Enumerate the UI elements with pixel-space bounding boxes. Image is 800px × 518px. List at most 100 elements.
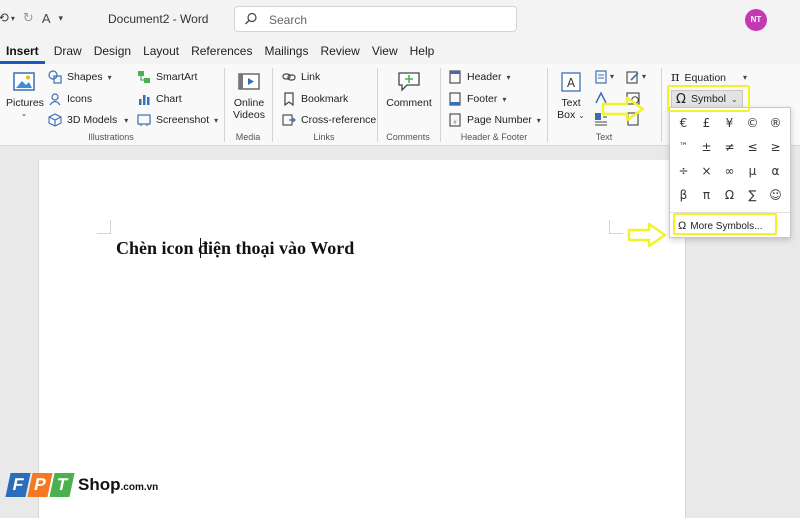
signature-dropdown-icon[interactable]: ▾	[642, 72, 646, 81]
symbol-cell[interactable]: ™	[672, 135, 695, 159]
format-painter-icon[interactable]: A	[42, 11, 51, 26]
quick-parts-icon[interactable]	[594, 70, 608, 84]
tab-draw[interactable]: Draw	[45, 40, 88, 64]
screenshot-button[interactable]: Screenshot ▾	[137, 113, 218, 127]
tab-design[interactable]: Design	[88, 40, 137, 64]
chart-icon	[139, 95, 150, 105]
avatar[interactable]: NT	[745, 9, 767, 31]
undo-icon[interactable]: ⟲	[0, 10, 9, 26]
margin-corner-marker	[609, 220, 623, 234]
header-footer-group-label: Header & Footer	[460, 132, 528, 142]
symbol-cell[interactable]: ®	[764, 111, 787, 135]
tab-references[interactable]: References	[185, 40, 258, 64]
tab-help[interactable]: Help	[404, 40, 441, 64]
pictures-icon	[13, 72, 35, 91]
comment-button[interactable]: Comment	[383, 68, 435, 109]
svg-text:A: A	[567, 76, 576, 90]
svg-text:#: #	[453, 120, 457, 126]
footer-dropdown-icon: ▾	[502, 94, 507, 104]
comment-label: Comment	[386, 97, 432, 109]
ribbon-divider	[272, 68, 273, 142]
symbol-grid: € £ ¥ © ® ™ ± ≠ ≤ ≥ ÷ × ∞ µ α β π Ω ∑ ☺	[672, 111, 787, 207]
cube-icon	[48, 113, 62, 127]
undo-dropdown-icon[interactable]: ▾	[11, 14, 15, 23]
pi-icon: π	[671, 70, 680, 85]
header-label: Header	[467, 71, 502, 83]
document-heading[interactable]: Chèn icon điện thoại vào Word	[116, 238, 354, 259]
tab-review[interactable]: Review	[314, 40, 365, 64]
symbol-cell[interactable]: ÷	[672, 159, 695, 183]
shop-text: Shop	[78, 475, 121, 494]
symbol-cell[interactable]: ≥	[764, 135, 787, 159]
footer-button[interactable]: Footer ▾	[448, 92, 506, 106]
fpt-letter-t: T	[49, 473, 75, 497]
symbol-cell[interactable]: Ω	[718, 183, 741, 207]
customize-toolbar-icon[interactable]: ▾	[59, 13, 64, 24]
header-dropdown-icon: ▾	[506, 72, 511, 82]
equation-dropdown-icon: ▾	[743, 73, 748, 82]
pictures-label: Pictures	[6, 97, 44, 109]
online-videos-button[interactable]: Online Videos	[230, 70, 268, 121]
domain-text: .com.vn	[120, 482, 159, 493]
page-number-button[interactable]: # Page Number ▾	[448, 113, 541, 127]
smartart-label: SmartArt	[156, 71, 198, 83]
page-number-dropdown-icon: ▾	[536, 115, 541, 125]
tab-layout[interactable]: Layout	[137, 40, 185, 64]
symbol-cell[interactable]: α	[764, 159, 787, 183]
tab-view[interactable]: View	[366, 40, 404, 64]
link-button[interactable]: Link	[282, 70, 320, 84]
screenshot-label: Screenshot	[156, 114, 210, 126]
symbol-cell[interactable]: ±	[695, 135, 718, 159]
symbol-cell[interactable]: ☺	[764, 183, 787, 207]
icons-label: Icons	[67, 93, 93, 105]
comments-group: Comment Comments	[379, 64, 437, 146]
document-page[interactable]: Chèn icon điện thoại vào Word	[38, 160, 686, 518]
3d-models-dropdown-icon: ▾	[124, 115, 129, 125]
pictures-button[interactable]: Pictures ⌄	[6, 70, 44, 118]
smartart-button[interactable]: SmartArt	[137, 70, 197, 84]
symbol-cell[interactable]: €	[672, 111, 695, 135]
bookmark-button[interactable]: Bookmark	[282, 92, 348, 106]
symbol-cell[interactable]: π	[695, 183, 718, 207]
symbol-cell[interactable]: £	[695, 111, 718, 135]
icons-button[interactable]: Icons	[48, 92, 92, 106]
redo-icon[interactable]: ↻	[23, 10, 34, 26]
symbol-cell[interactable]: ×	[695, 159, 718, 183]
arrow-right-icon	[627, 222, 667, 248]
shapes-dropdown-icon: ▾	[107, 72, 112, 82]
chart-button[interactable]: Chart	[137, 92, 182, 106]
symbol-cell[interactable]: ∞	[718, 159, 741, 183]
text-box-label-2: Box	[557, 109, 576, 121]
tab-insert[interactable]: Insert	[0, 40, 45, 64]
text-group-label: Text	[595, 132, 613, 142]
symbol-cell[interactable]: ©	[741, 111, 764, 135]
search-icon	[245, 12, 257, 25]
symbol-cell[interactable]: µ	[741, 159, 764, 183]
symbol-cell[interactable]: ≤	[741, 135, 764, 159]
3d-models-button[interactable]: 3D Models ▾	[48, 113, 128, 127]
footer-label: Footer	[467, 93, 498, 105]
more-symbols-highlight	[673, 213, 777, 235]
text-box-label-2-wrap: Box ⌄	[553, 109, 589, 121]
search-box[interactable]: Search	[234, 6, 517, 32]
links-group: Link Bookmark Cross-reference Links	[274, 64, 376, 146]
chart-label: Chart	[156, 93, 182, 105]
shapes-button[interactable]: Shapes ▾	[48, 70, 112, 84]
text-box-button[interactable]: A Text Box ⌄	[553, 70, 589, 121]
equation-button[interactable]: π Equation ▾	[671, 70, 747, 85]
cross-reference-button[interactable]: Cross-reference	[282, 113, 376, 127]
online-videos-label-2: Videos	[233, 109, 265, 121]
symbol-cell[interactable]: ≠	[718, 135, 741, 159]
tab-mailings[interactable]: Mailings	[258, 40, 314, 64]
signature-line-icon[interactable]	[626, 70, 640, 84]
symbol-cell[interactable]: ¥	[718, 111, 741, 135]
link-icon	[282, 73, 296, 81]
screenshot-dropdown-icon: ▾	[214, 115, 219, 125]
media-group-label: Media	[235, 132, 261, 142]
screenshot-icon	[137, 114, 151, 126]
symbol-cell[interactable]: β	[672, 183, 695, 207]
margin-corner-marker	[97, 220, 111, 234]
header-button[interactable]: Header ▾	[448, 70, 510, 84]
symbol-cell[interactable]: ∑	[741, 183, 764, 207]
quick-parts-dropdown-icon[interactable]: ▾	[610, 72, 614, 81]
